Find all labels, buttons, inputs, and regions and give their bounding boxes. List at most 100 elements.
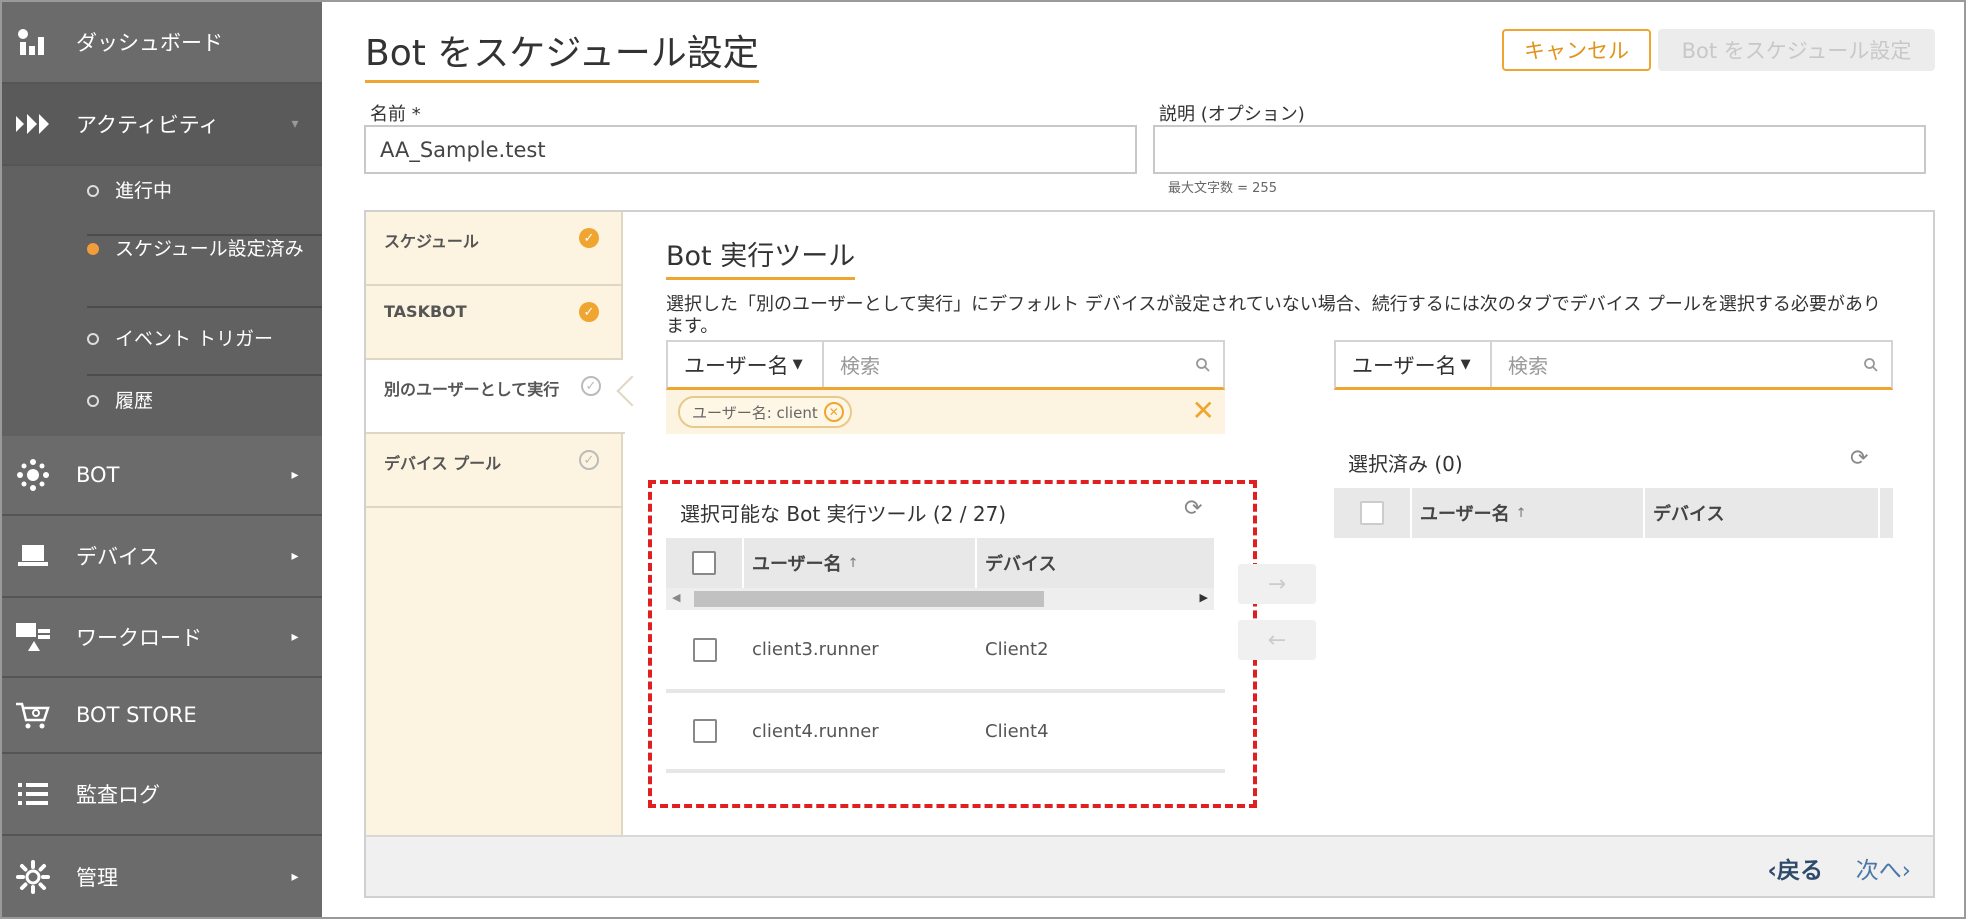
- sidebar-item-admin[interactable]: 管理 ▸: [2, 836, 322, 917]
- cell-username: client3.runner: [752, 639, 879, 660]
- back-link[interactable]: ‹戻る: [1768, 851, 1823, 885]
- sidebar-item-label: ワークロード: [76, 626, 202, 650]
- radio-dot-icon: [87, 395, 99, 407]
- section-description: 選択した「別のユーザーとして実行」にデフォルト デバイスが設定されていない場合、…: [666, 294, 1881, 337]
- column-label: デバイス: [1653, 504, 1725, 525]
- available-list-title: 選択可能な Bot 実行ツール (2 / 27): [680, 502, 1007, 526]
- step-taskbot[interactable]: TASKBOT ✓: [366, 286, 623, 360]
- step-device-pool[interactable]: デバイス プール ✓: [366, 434, 623, 508]
- wizard-footer: ‹戻る 次へ›: [366, 835, 1933, 896]
- filter-chip-label: ユーザー名: client: [692, 403, 818, 422]
- sidebar-item-label: デバイス: [76, 545, 160, 569]
- schedule-bot-button[interactable]: Bot をスケジュール設定: [1658, 29, 1935, 71]
- select-all-checkbox[interactable]: [1360, 501, 1384, 525]
- subnav-label: スケジュール設定済み: [115, 238, 304, 260]
- column-header-username[interactable]: ユーザー名 ↑: [1412, 488, 1645, 538]
- column-header-username[interactable]: ユーザー名 ↑: [744, 538, 977, 588]
- subnav-label: 履歴: [115, 390, 154, 412]
- column-label: ユーザー名: [752, 554, 842, 575]
- subnav-item-in-progress[interactable]: 進行中: [87, 178, 322, 236]
- left-search-input[interactable]: 検索: [824, 342, 1183, 387]
- right-search-field-select[interactable]: ユーザー名 ▼: [1336, 342, 1492, 387]
- page-title: Bot をスケジュール設定: [365, 24, 759, 83]
- sidebar-item-bot[interactable]: BOT ▸: [2, 436, 322, 516]
- dashboard-icon: [14, 27, 52, 57]
- check-circle-outline-icon: ✓: [581, 376, 601, 396]
- search-field-label: ユーザー名: [684, 353, 789, 378]
- remove-filter-icon[interactable]: ✕: [823, 402, 844, 422]
- next-link[interactable]: 次へ›: [1856, 851, 1911, 885]
- right-search-bar: ユーザー名 ▼ 検索: [1334, 340, 1893, 390]
- left-search-field-select[interactable]: ユーザー名 ▼: [668, 342, 824, 387]
- column-header-device[interactable]: デバイス: [977, 538, 1212, 588]
- sidebar-item-label: BOT STORE: [76, 703, 197, 727]
- step-run-as-user[interactable]: 別のユーザーとして実行 ✓: [366, 360, 625, 434]
- gear-icon: [14, 859, 52, 894]
- right-search-input[interactable]: 検索: [1492, 342, 1851, 387]
- selected-list-title: 選択済み (0): [1348, 452, 1463, 476]
- refresh-icon[interactable]: ⟳: [1850, 446, 1868, 471]
- wizard-steps: スケジュール ✓ TASKBOT ✓ 別のユーザーとして実行 ✓ デバイス プー…: [366, 212, 625, 835]
- move-left-button[interactable]: ←: [1238, 620, 1316, 660]
- cart-icon: [14, 700, 52, 730]
- step-label: TASKBOT: [384, 302, 467, 321]
- sidebar-item-label: BOT: [76, 463, 120, 487]
- row-checkbox[interactable]: [693, 719, 717, 743]
- move-right-button[interactable]: →: [1238, 564, 1316, 604]
- clear-filter-icon[interactable]: ✕: [1192, 397, 1215, 425]
- subnav-label: 進行中: [115, 180, 173, 202]
- description-field[interactable]: [1153, 125, 1926, 174]
- section-title: Bot 実行ツール: [666, 234, 856, 280]
- cell-username: client4.runner: [752, 720, 879, 742]
- select-all-checkbox-cell: [666, 538, 744, 588]
- workload-icon: [14, 622, 52, 652]
- sort-up-icon: ↑: [1515, 505, 1527, 521]
- search-icon[interactable]: [1851, 342, 1891, 387]
- scrollbar-thumb[interactable]: [694, 591, 1044, 607]
- horizontal-scrollbar[interactable]: ◀ ▶: [666, 588, 1214, 610]
- table-row[interactable]: client3.runner Client2: [666, 610, 1225, 693]
- filter-chip[interactable]: ユーザー名: client ✕: [678, 396, 852, 428]
- list-icon: [14, 779, 52, 809]
- bot-icon: [14, 459, 52, 491]
- sidebar: ダッシュボード アクティビティ ▾ 進行中 スケジュール設定済み イベント トリ…: [2, 2, 322, 917]
- description-hint: 最大文字数 = 255: [1168, 181, 1277, 196]
- subnav-item-scheduled[interactable]: スケジュール設定済み: [87, 236, 322, 308]
- radio-dot-icon: [87, 333, 99, 345]
- sidebar-item-label: 管理: [76, 865, 118, 890]
- row-checkbox[interactable]: [693, 637, 717, 662]
- sidebar-item-bot-store[interactable]: BOT STORE: [2, 678, 322, 754]
- laptop-icon: [14, 541, 52, 571]
- select-all-checkbox[interactable]: [692, 551, 716, 575]
- step-label: 別のユーザーとして実行: [384, 380, 560, 399]
- refresh-icon[interactable]: ⟳: [1184, 496, 1202, 521]
- scroll-left-icon[interactable]: ◀: [672, 591, 680, 604]
- active-dot-icon: [87, 243, 99, 255]
- selected-grid-header: ユーザー名 ↑ デバイス: [1334, 488, 1893, 538]
- sidebar-item-label: アクティビティ: [76, 113, 220, 137]
- description-field-label: 説明 (オプション): [1159, 104, 1305, 125]
- sidebar-item-dashboard[interactable]: ダッシュボード: [2, 2, 322, 84]
- cancel-button[interactable]: キャンセル: [1502, 29, 1651, 71]
- scroll-right-icon[interactable]: ▶: [1200, 591, 1208, 604]
- sidebar-item-activity[interactable]: アクティビティ ▾: [2, 84, 322, 166]
- subnav-item-event-trigger[interactable]: イベント トリガー: [87, 316, 322, 376]
- subnav-item-history[interactable]: 履歴: [87, 378, 322, 438]
- sort-up-icon: ↑: [847, 555, 859, 571]
- sidebar-item-workload[interactable]: ワークロード ▸: [2, 598, 322, 678]
- chevron-right-icon: ▸: [291, 868, 299, 885]
- column-header-device[interactable]: デバイス: [1645, 488, 1880, 538]
- name-field[interactable]: AA_Sample.test: [364, 125, 1137, 174]
- search-icon[interactable]: [1183, 342, 1223, 387]
- chevron-down-icon: ▾: [291, 116, 299, 132]
- step-label: デバイス プール: [384, 454, 502, 473]
- step-label: スケジュール: [384, 232, 479, 251]
- radio-dot-icon: [87, 185, 99, 197]
- table-row[interactable]: client4.runner Client4: [666, 693, 1225, 773]
- sidebar-item-audit-log[interactable]: 監査ログ: [2, 754, 322, 836]
- check-circle-outline-icon: ✓: [579, 450, 599, 470]
- step-schedule[interactable]: スケジュール ✓: [366, 212, 623, 286]
- sidebar-item-devices[interactable]: デバイス ▸: [2, 516, 322, 598]
- subnav-label: イベント トリガー: [115, 328, 274, 350]
- activity-icon: [14, 109, 52, 139]
